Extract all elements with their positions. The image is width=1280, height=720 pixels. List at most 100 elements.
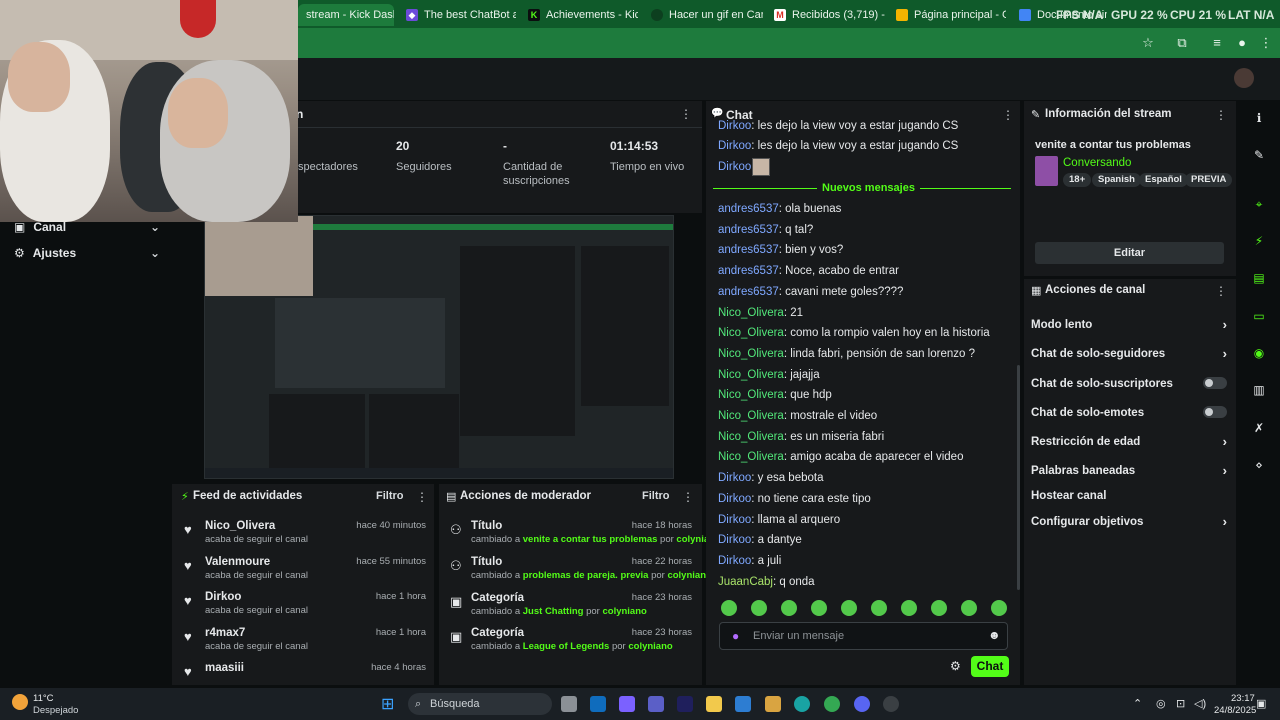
- chat-username[interactable]: Nico_Olivera: [718, 307, 784, 319]
- channel-action-row[interactable]: Chat de solo-suscriptores: [1031, 377, 1227, 390]
- mod-filter-button[interactable]: Filtro: [642, 490, 670, 502]
- copilot-icon[interactable]: [619, 696, 635, 712]
- extensions-icon[interactable]: ⧉: [1173, 34, 1191, 52]
- emote-icon[interactable]: [781, 600, 797, 616]
- lightning-icon[interactable]: ⚡: [1251, 233, 1267, 249]
- chat-username[interactable]: Nico_Olivera: [718, 369, 784, 381]
- bookmark-star-icon[interactable]: ☆: [1139, 34, 1157, 52]
- emote-icon[interactable]: [931, 600, 947, 616]
- chevron-up-icon[interactable]: ⌃: [1133, 697, 1142, 710]
- tab-kick-dashboard[interactable]: stream - Kick Dashbo ✕: [298, 4, 394, 26]
- chat-bubble-icon[interactable]: ▭: [1251, 308, 1267, 324]
- avatar[interactable]: [1234, 68, 1254, 88]
- sidebar-item-canal[interactable]: ▣ Canal ⌄: [14, 220, 160, 234]
- edit-stream-button[interactable]: Editar: [1035, 242, 1224, 264]
- network-icon[interactable]: ⊡: [1176, 697, 1185, 710]
- chat-username[interactable]: andres6537: [718, 265, 779, 277]
- volume-icon[interactable]: ◁): [1194, 697, 1206, 710]
- emote-icon[interactable]: [961, 600, 977, 616]
- follower-name[interactable]: maasiii: [205, 662, 244, 674]
- menu-dots-icon[interactable]: ⋮: [1257, 34, 1275, 52]
- teams-icon[interactable]: [648, 696, 664, 712]
- emote-icon[interactable]: [841, 600, 857, 616]
- chat-username[interactable]: Dirkoo: [718, 140, 751, 152]
- playlist-icon[interactable]: ≡: [1208, 34, 1226, 52]
- channel-action-row[interactable]: Chat de solo-seguidores ›: [1031, 346, 1227, 361]
- broadcast-icon[interactable]: ◉: [1251, 345, 1267, 361]
- tab-chatbot[interactable]: ◆ The best ChatBot and ✕: [398, 4, 516, 26]
- channel-action-row[interactable]: Palabras baneadas ›: [1031, 463, 1227, 478]
- premiere-icon[interactable]: [677, 696, 693, 712]
- follower-name[interactable]: Nico_Olivera: [205, 520, 275, 532]
- toggle-switch[interactable]: [1203, 377, 1227, 389]
- kebab-icon[interactable]: ⋮: [682, 490, 694, 504]
- follower-name[interactable]: r4max7: [205, 627, 245, 639]
- activity-filter-button[interactable]: Filtro: [376, 490, 404, 502]
- chat-username[interactable]: andres6537: [718, 286, 779, 298]
- emote-icon[interactable]: [751, 600, 767, 616]
- chrome-icon[interactable]: [824, 696, 840, 712]
- list-icon[interactable]: ▤: [1251, 270, 1267, 286]
- microphone-icon[interactable]: ●: [732, 629, 739, 643]
- emote-icon[interactable]: [871, 600, 887, 616]
- chat-username[interactable]: Dirkoo: [718, 161, 751, 173]
- obs-icon[interactable]: [883, 696, 899, 712]
- chat-username[interactable]: Dirkoo: [718, 514, 751, 526]
- emote-icon[interactable]: [991, 600, 1007, 616]
- follower-name[interactable]: Dirkoo: [205, 591, 241, 603]
- chat-username[interactable]: Dirkoo: [718, 120, 751, 132]
- chat-scrollbar[interactable]: [1017, 365, 1020, 590]
- target-icon[interactable]: ⌖: [1251, 196, 1267, 212]
- chat-input[interactable]: ● Enviar un mensaje ☻: [719, 622, 1008, 650]
- chat-username[interactable]: Nico_Olivera: [718, 327, 784, 339]
- file-explorer-icon[interactable]: [706, 696, 722, 712]
- emote-icon[interactable]: [721, 600, 737, 616]
- profile-icon[interactable]: ●: [1233, 34, 1251, 52]
- kebab-icon[interactable]: ⋮: [1215, 284, 1227, 298]
- chat-username[interactable]: andres6537: [718, 244, 779, 256]
- chat-username[interactable]: Nico_Olivera: [718, 389, 784, 401]
- taskbar-search[interactable]: ⌕ Búsqueda: [408, 693, 552, 715]
- chat-send-button[interactable]: Chat: [971, 656, 1009, 677]
- weather-icon[interactable]: [12, 694, 28, 710]
- tab-gmail[interactable]: M Recibidos (3,719) - al ✕: [766, 4, 886, 26]
- share-icon[interactable]: ⋄: [1251, 457, 1267, 473]
- discord-icon[interactable]: [854, 696, 870, 712]
- sidebar-item-ajustes[interactable]: ⚙ Ajustes ⌄: [14, 246, 160, 260]
- chat-username[interactable]: Nico_Olivera: [718, 410, 784, 422]
- folder-icon[interactable]: [765, 696, 781, 712]
- channel-action-row[interactable]: Chat de solo-emotes: [1031, 406, 1227, 419]
- tab-achievements[interactable]: K Achievements - Kick ✕: [520, 4, 638, 26]
- wrench-icon[interactable]: ✗: [1251, 420, 1267, 436]
- notifications-icon[interactable]: ▣: [1256, 697, 1266, 710]
- microphone-icon[interactable]: ◎: [1156, 697, 1166, 710]
- task-view-icon[interactable]: [561, 696, 577, 712]
- chat-username[interactable]: Dirkoo: [718, 493, 751, 505]
- category-name[interactable]: Conversando: [1063, 157, 1131, 169]
- channel-action-row[interactable]: Hostear canal: [1031, 490, 1227, 502]
- store-icon[interactable]: [735, 696, 751, 712]
- kebab-icon[interactable]: ⋮: [416, 490, 428, 504]
- info-icon[interactable]: ℹ: [1251, 110, 1267, 126]
- kebab-icon[interactable]: ⋮: [1215, 108, 1227, 122]
- pencil-icon[interactable]: ✎: [1251, 147, 1267, 163]
- chat-username[interactable]: Nico_Olivera: [718, 431, 784, 443]
- mod-action-user[interactable]: colyniano: [602, 606, 646, 617]
- channel-action-row[interactable]: Configurar objetivos ›: [1031, 514, 1227, 529]
- chat-username[interactable]: Nico_Olivera: [718, 451, 784, 463]
- emoji-icon[interactable]: ☻: [988, 628, 1001, 642]
- windows-start-icon[interactable]: ⊞: [381, 694, 394, 714]
- channel-action-row[interactable]: Modo lento ›: [1031, 317, 1227, 332]
- tab-drive[interactable]: Página principal - Go ✕: [888, 4, 1006, 26]
- chat-username[interactable]: Dirkoo: [718, 555, 751, 567]
- stream-preview[interactable]: [204, 215, 674, 479]
- tab-canva[interactable]: Hacer un gif en Canv: [643, 4, 763, 26]
- emote-icon[interactable]: [811, 600, 827, 616]
- chat-username[interactable]: Dirkoo: [718, 472, 751, 484]
- edge-icon[interactable]: [794, 696, 810, 712]
- mod-action-user[interactable]: colyniano: [628, 641, 672, 652]
- toggle-switch[interactable]: [1203, 406, 1227, 418]
- kebab-icon[interactable]: ⋮: [680, 107, 692, 121]
- channel-action-row[interactable]: Restricción de edad ›: [1031, 434, 1227, 449]
- kebab-icon[interactable]: ⋮: [1002, 108, 1014, 122]
